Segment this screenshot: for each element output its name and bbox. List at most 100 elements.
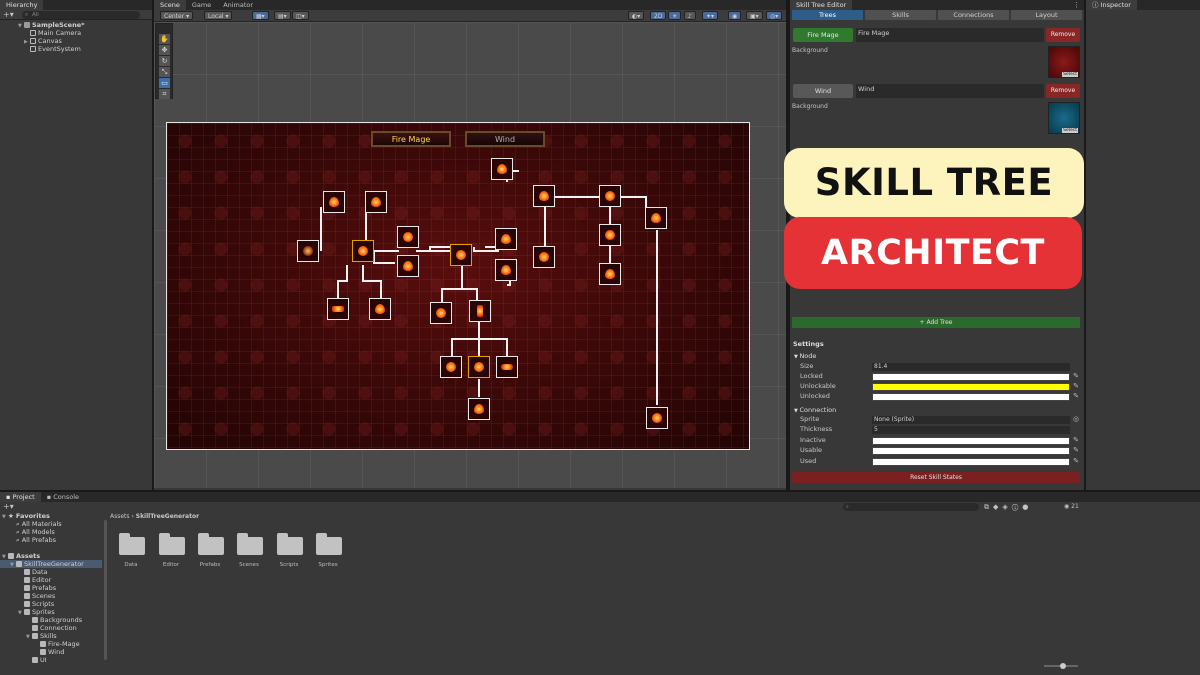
search-input[interactable]: ⌕ All [22, 11, 140, 19]
rotate-tool-icon[interactable]: ↻ [159, 56, 170, 66]
skill-node[interactable] [645, 207, 667, 229]
sprite-field[interactable]: None (Sprite) [872, 416, 1070, 424]
breadcrumb-assets[interactable]: Assets [110, 513, 130, 520]
inactive-color-field[interactable] [872, 437, 1070, 445]
skill-node[interactable] [450, 244, 472, 266]
skill-node[interactable] [440, 356, 462, 378]
scene-view[interactable]: ✋ ✥ ↻ ⤡ ▭ ⌗ Fire Mage Wind [154, 22, 786, 488]
tree-select-button[interactable]: Fire Mage [793, 28, 853, 42]
snap-settings-button[interactable]: ◫▾ [292, 11, 309, 20]
audio-toggle[interactable]: ♪ [684, 11, 696, 20]
skill-node[interactable] [533, 246, 555, 268]
tab-scene[interactable]: Scene [154, 0, 186, 10]
eyedropper-icon[interactable]: ✎ [1072, 392, 1080, 401]
skill-node[interactable] [468, 356, 490, 378]
folder-item[interactable]: ▼ Sprites [18, 608, 55, 616]
tab-skills[interactable]: Skills [865, 10, 936, 20]
select-label[interactable]: Select [1062, 72, 1078, 77]
tab-hierarchy[interactable]: Hierarchy [0, 0, 44, 10]
space-dropdown[interactable]: Local ▾ [204, 11, 233, 20]
folder-item[interactable]: Backgrounds [32, 616, 82, 624]
locked-color-field[interactable] [872, 373, 1070, 381]
skill-node[interactable] [533, 185, 555, 207]
folder-item[interactable]: Editor [24, 576, 51, 584]
favorite-item[interactable]: ⌕ All Materials [16, 520, 62, 528]
size-field[interactable]: 81.4 [872, 363, 1070, 371]
remove-tree-button[interactable]: Remove [1046, 28, 1080, 42]
skill-node[interactable] [365, 191, 387, 213]
visibility-button[interactable]: ◉ [728, 11, 742, 20]
snap-increment-button[interactable]: ▤▾ [274, 11, 291, 20]
camera-button[interactable]: ▣▾ [746, 11, 763, 20]
skill-tree-canvas[interactable]: Fire Mage Wind [166, 122, 750, 450]
tab-animator[interactable]: Animator [217, 0, 259, 10]
tree-select-button[interactable]: Wind [793, 84, 853, 98]
object-picker-icon[interactable]: ◎ [1072, 415, 1080, 424]
favorites-item[interactable]: ▼ ★ Favorites [2, 512, 50, 520]
skill-node[interactable] [646, 407, 668, 429]
used-color-field[interactable] [872, 458, 1070, 466]
transform-tool-icon[interactable]: ⌗ [159, 89, 170, 99]
thickness-field[interactable]: 5 [872, 426, 1070, 434]
menu-icon[interactable]: ⋮ [1073, 0, 1080, 10]
tree-name-field[interactable]: Fire Mage [856, 28, 1044, 42]
assets-item[interactable]: ▼ Assets [2, 552, 40, 560]
skill-node[interactable] [495, 228, 517, 250]
skill-node[interactable] [496, 356, 518, 378]
skill-node[interactable] [599, 263, 621, 285]
folder-prefabs[interactable] [198, 533, 226, 555]
zoom-slider[interactable] [1044, 663, 1078, 669]
tab-game[interactable]: Game [186, 0, 217, 10]
tab-inspector[interactable]: ⓘ Inspector [1086, 0, 1137, 10]
skill-node[interactable] [297, 240, 319, 262]
remove-tree-button[interactable]: Remove [1046, 84, 1080, 98]
skill-node[interactable] [352, 240, 374, 262]
folder-item[interactable]: Data [24, 568, 48, 576]
hierarchy-item[interactable]: EventSystem [30, 45, 81, 53]
folder-item-selected[interactable]: ▼ SkillTreeGenerator [0, 560, 102, 568]
usable-color-field[interactable] [872, 447, 1070, 455]
eyedropper-icon[interactable]: ✎ [1072, 436, 1080, 445]
tab-console[interactable]: ▪ Console [41, 492, 85, 502]
add-tree-button[interactable]: + Add Tree [792, 317, 1080, 328]
zoom-slider-handle[interactable] [1060, 663, 1066, 669]
tab-project[interactable]: ▪ Project [0, 492, 41, 502]
background-thumbnail[interactable]: Select [1048, 46, 1080, 78]
effects-button[interactable]: ✦▾ [702, 11, 719, 20]
folder-item[interactable]: ▼ Skills [26, 632, 57, 640]
scene-item[interactable]: ▼ SampleScene* [18, 21, 85, 29]
pivot-dropdown[interactable]: Center ▾ [160, 11, 194, 20]
favorite-item[interactable]: ⌕ All Prefabs [16, 536, 56, 544]
skill-node[interactable] [495, 259, 517, 281]
skill-node[interactable] [491, 158, 513, 180]
unlockable-color-field[interactable] [872, 383, 1070, 391]
folder-item[interactable]: Connection [32, 624, 77, 632]
breadcrumb-current[interactable]: SkillTreeGenerator [136, 513, 199, 520]
folder-item[interactable]: UI [32, 656, 47, 664]
skill-node[interactable] [397, 226, 419, 248]
folder-scenes[interactable] [237, 533, 265, 555]
filter-icons[interactable]: ⧉◆◈ⓘ● [984, 502, 1032, 512]
hierarchy-item[interactable]: ▶ Canvas [24, 37, 62, 45]
move-tool-icon[interactable]: ✥ [159, 45, 170, 55]
folder-item[interactable]: Scripts [24, 600, 54, 608]
skill-node[interactable] [430, 302, 452, 324]
skill-node[interactable] [469, 300, 491, 322]
gizmos-button[interactable]: ◎▾ [766, 11, 783, 20]
add-icon[interactable]: +▾ [3, 10, 14, 20]
grid-snap-button[interactable]: ▦▾ [252, 11, 269, 20]
tree-name-field[interactable]: Wind [856, 84, 1044, 98]
folder-sprites[interactable] [316, 533, 344, 555]
skill-node[interactable] [327, 298, 349, 320]
folder-scripts[interactable] [277, 533, 305, 555]
folder-editor[interactable] [159, 533, 187, 555]
eyedropper-icon[interactable]: ✎ [1072, 457, 1080, 466]
skill-node[interactable] [468, 398, 490, 420]
create-icon[interactable]: +▾ [3, 502, 14, 512]
rect-tool-icon[interactable]: ▭ [159, 78, 170, 88]
scale-tool-icon[interactable]: ⤡ [159, 67, 170, 77]
tab-trees[interactable]: Trees [792, 10, 863, 20]
folder-item[interactable]: Fire-Mage [40, 640, 80, 648]
eyedropper-icon[interactable]: ✎ [1072, 382, 1080, 391]
project-search-input[interactable]: ⌕ [843, 503, 979, 511]
